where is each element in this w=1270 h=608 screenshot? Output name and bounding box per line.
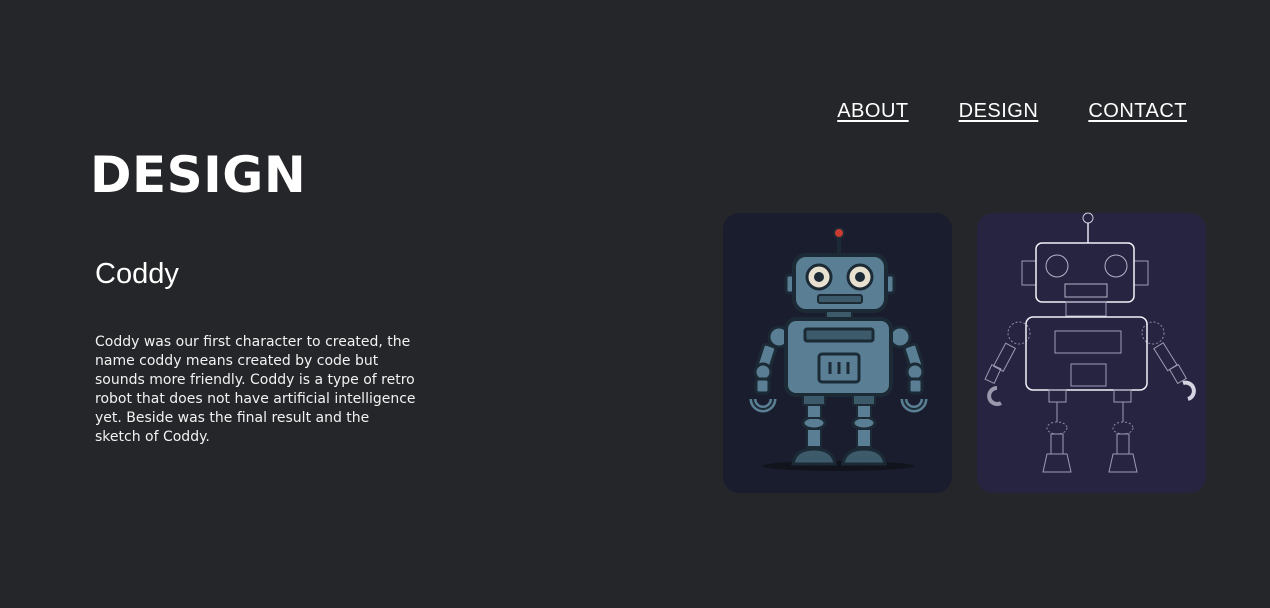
character-description: Coddy was our first character to created… — [95, 334, 416, 445]
page-title: DESIGN — [90, 146, 307, 204]
main-nav: ABOUT DESIGN CONTACT — [837, 100, 1187, 123]
robot-final-image — [723, 213, 952, 493]
nav-link-contact[interactable]: CONTACT — [1088, 100, 1187, 123]
robot-sketch-image — [977, 212, 1206, 493]
nav-link-design[interactable]: DESIGN — [959, 100, 1039, 123]
nav-link-about[interactable]: ABOUT — [837, 100, 908, 123]
robot-sketch-illustration — [984, 212, 1196, 473]
character-name: Coddy — [95, 258, 179, 290]
robot-final-illustration — [749, 227, 928, 471]
